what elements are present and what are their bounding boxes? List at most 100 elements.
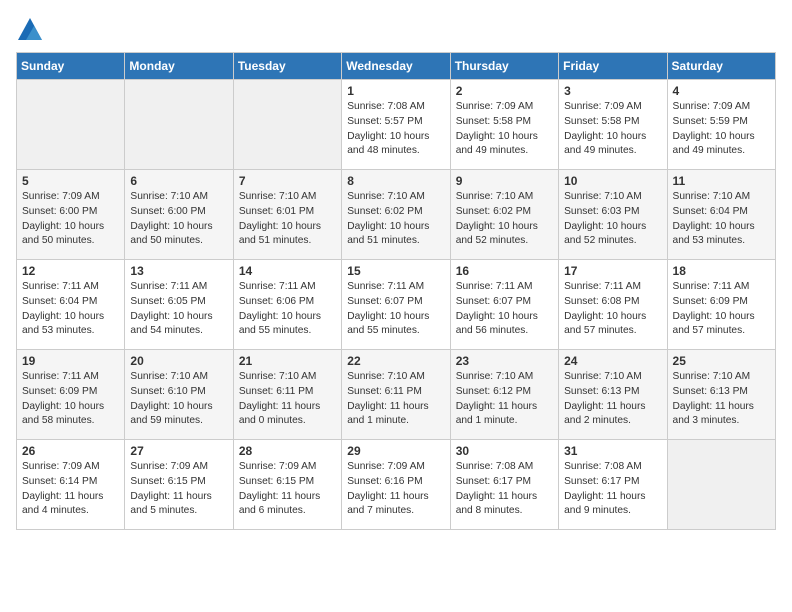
day-info: Sunrise: 7:10 AM Sunset: 6:12 PM Dayligh… — [456, 370, 553, 429]
day-info: Sunrise: 7:11 AM Sunset: 6:04 PM Dayligh… — [22, 280, 119, 339]
day-header-saturday: Saturday — [667, 53, 775, 80]
day-info: Sunrise: 7:10 AM Sunset: 6:04 PM Dayligh… — [673, 190, 770, 249]
calendar-cell: 22 Sunrise: 7:10 AM Sunset: 6:11 PM Dayli… — [342, 350, 450, 440]
day-number: 15 — [347, 264, 444, 278]
day-number: 20 — [130, 354, 227, 368]
calendar-cell: 24 Sunrise: 7:10 AM Sunset: 6:13 PM Dayli… — [559, 350, 667, 440]
day-header-wednesday: Wednesday — [342, 53, 450, 80]
day-info: Sunrise: 7:09 AM Sunset: 5:58 PM Dayligh… — [456, 100, 553, 159]
day-info: Sunrise: 7:11 AM Sunset: 6:05 PM Dayligh… — [130, 280, 227, 339]
calendar-cell: 26Sunrise: 7:09 AM Sunset: 6:14 PM Dayli… — [17, 440, 125, 530]
calendar-cell — [233, 80, 341, 170]
day-info: Sunrise: 7:10 AM Sunset: 6:13 PM Dayligh… — [673, 370, 770, 429]
logo — [16, 16, 48, 44]
day-info: Sunrise: 7:10 AM Sunset: 6:11 PM Dayligh… — [347, 370, 444, 429]
calendar-cell: 19 Sunrise: 7:11 AM Sunset: 6:09 PM Dayli… — [17, 350, 125, 440]
day-header-friday: Friday — [559, 53, 667, 80]
day-number: 22 — [347, 354, 444, 368]
day-info: Sunrise: 7:08 AM Sunset: 5:57 PM Dayligh… — [347, 100, 444, 159]
day-number: 4 — [673, 84, 770, 98]
day-info: Sunrise: 7:11 AM Sunset: 6:07 PM Dayligh… — [456, 280, 553, 339]
day-number: 19 — [22, 354, 119, 368]
day-number: 8 — [347, 174, 444, 188]
calendar-header-row: SundayMondayTuesdayWednesdayThursdayFrid… — [17, 53, 776, 80]
calendar-cell: 20 Sunrise: 7:10 AM Sunset: 6:10 PM Dayli… — [125, 350, 233, 440]
calendar-cell: 31 Sunrise: 7:08 AM Sunset: 6:17 PM Dayli… — [559, 440, 667, 530]
calendar-cell: 27 Sunrise: 7:09 AM Sunset: 6:15 PM Dayli… — [125, 440, 233, 530]
calendar-cell: 5 Sunrise: 7:09 AM Sunset: 6:00 PM Daylig… — [17, 170, 125, 260]
calendar-cell: 13 Sunrise: 7:11 AM Sunset: 6:05 PM Dayli… — [125, 260, 233, 350]
day-info: Sunrise: 7:10 AM Sunset: 6:03 PM Dayligh… — [564, 190, 661, 249]
day-header-monday: Monday — [125, 53, 233, 80]
calendar-cell: 29 Sunrise: 7:09 AM Sunset: 6:16 PM Dayli… — [342, 440, 450, 530]
calendar-cell: 10 Sunrise: 7:10 AM Sunset: 6:03 PM Dayli… — [559, 170, 667, 260]
day-number: 5 — [22, 174, 119, 188]
day-number: 1 — [347, 84, 444, 98]
calendar-cell: 11 Sunrise: 7:10 AM Sunset: 6:04 PM Dayli… — [667, 170, 775, 260]
day-number: 21 — [239, 354, 336, 368]
calendar-cell: 8 Sunrise: 7:10 AM Sunset: 6:02 PM Daylig… — [342, 170, 450, 260]
day-info: Sunrise: 7:09 AM Sunset: 6:14 PM Dayligh… — [22, 460, 119, 519]
day-number: 29 — [347, 444, 444, 458]
calendar-cell: 17 Sunrise: 7:11 AM Sunset: 6:08 PM Dayli… — [559, 260, 667, 350]
calendar-cell: 21 Sunrise: 7:10 AM Sunset: 6:11 PM Dayli… — [233, 350, 341, 440]
calendar-cell: 15 Sunrise: 7:11 AM Sunset: 6:07 PM Dayli… — [342, 260, 450, 350]
day-header-tuesday: Tuesday — [233, 53, 341, 80]
day-number: 6 — [130, 174, 227, 188]
day-number: 24 — [564, 354, 661, 368]
day-info: Sunrise: 7:10 AM Sunset: 6:00 PM Dayligh… — [130, 190, 227, 249]
calendar-cell — [125, 80, 233, 170]
day-number: 12 — [22, 264, 119, 278]
day-number: 13 — [130, 264, 227, 278]
day-info: Sunrise: 7:09 AM Sunset: 6:15 PM Dayligh… — [239, 460, 336, 519]
day-number: 17 — [564, 264, 661, 278]
calendar-week-row: 1 Sunrise: 7:08 AM Sunset: 5:57 PM Daylig… — [17, 80, 776, 170]
day-info: Sunrise: 7:10 AM Sunset: 6:10 PM Dayligh… — [130, 370, 227, 429]
calendar-table: SundayMondayTuesdayWednesdayThursdayFrid… — [16, 52, 776, 530]
day-number: 14 — [239, 264, 336, 278]
day-info: Sunrise: 7:10 AM Sunset: 6:11 PM Dayligh… — [239, 370, 336, 429]
day-info: Sunrise: 7:09 AM Sunset: 5:59 PM Dayligh… — [673, 100, 770, 159]
day-number: 31 — [564, 444, 661, 458]
day-header-sunday: Sunday — [17, 53, 125, 80]
day-header-thursday: Thursday — [450, 53, 558, 80]
day-info: Sunrise: 7:11 AM Sunset: 6:07 PM Dayligh… — [347, 280, 444, 339]
day-number: 16 — [456, 264, 553, 278]
day-number: 25 — [673, 354, 770, 368]
calendar-week-row: 19 Sunrise: 7:11 AM Sunset: 6:09 PM Dayli… — [17, 350, 776, 440]
day-info: Sunrise: 7:08 AM Sunset: 6:17 PM Dayligh… — [564, 460, 661, 519]
calendar-cell: 12 Sunrise: 7:11 AM Sunset: 6:04 PM Dayli… — [17, 260, 125, 350]
calendar-cell: 3 Sunrise: 7:09 AM Sunset: 5:58 PM Daylig… — [559, 80, 667, 170]
day-number: 7 — [239, 174, 336, 188]
calendar-cell: 9 Sunrise: 7:10 AM Sunset: 6:02 PM Daylig… — [450, 170, 558, 260]
day-info: Sunrise: 7:11 AM Sunset: 6:08 PM Dayligh… — [564, 280, 661, 339]
day-info: Sunrise: 7:10 AM Sunset: 6:02 PM Dayligh… — [347, 190, 444, 249]
day-info: Sunrise: 7:10 AM Sunset: 6:01 PM Dayligh… — [239, 190, 336, 249]
calendar-cell: 23Sunrise: 7:10 AM Sunset: 6:12 PM Dayli… — [450, 350, 558, 440]
calendar-cell: 6 Sunrise: 7:10 AM Sunset: 6:00 PM Daylig… — [125, 170, 233, 260]
day-info: Sunrise: 7:10 AM Sunset: 6:13 PM Dayligh… — [564, 370, 661, 429]
calendar-cell — [17, 80, 125, 170]
day-number: 2 — [456, 84, 553, 98]
day-info: Sunrise: 7:11 AM Sunset: 6:06 PM Dayligh… — [239, 280, 336, 339]
day-info: Sunrise: 7:09 AM Sunset: 6:00 PM Dayligh… — [22, 190, 119, 249]
day-number: 10 — [564, 174, 661, 188]
day-number: 3 — [564, 84, 661, 98]
day-number: 27 — [130, 444, 227, 458]
day-number: 18 — [673, 264, 770, 278]
day-number: 11 — [673, 174, 770, 188]
day-info: Sunrise: 7:11 AM Sunset: 6:09 PM Dayligh… — [22, 370, 119, 429]
calendar-week-row: 12 Sunrise: 7:11 AM Sunset: 6:04 PM Dayli… — [17, 260, 776, 350]
day-info: Sunrise: 7:09 AM Sunset: 6:15 PM Dayligh… — [130, 460, 227, 519]
logo-icon — [16, 16, 44, 44]
day-number: 9 — [456, 174, 553, 188]
day-info: Sunrise: 7:09 AM Sunset: 5:58 PM Dayligh… — [564, 100, 661, 159]
calendar-cell: 18Sunrise: 7:11 AM Sunset: 6:09 PM Dayli… — [667, 260, 775, 350]
day-info: Sunrise: 7:09 AM Sunset: 6:16 PM Dayligh… — [347, 460, 444, 519]
day-info: Sunrise: 7:10 AM Sunset: 6:02 PM Dayligh… — [456, 190, 553, 249]
calendar-cell — [667, 440, 775, 530]
calendar-cell: 1 Sunrise: 7:08 AM Sunset: 5:57 PM Daylig… — [342, 80, 450, 170]
calendar-cell: 16 Sunrise: 7:11 AM Sunset: 6:07 PM Dayli… — [450, 260, 558, 350]
calendar-cell: 4 Sunrise: 7:09 AM Sunset: 5:59 PM Daylig… — [667, 80, 775, 170]
calendar-week-row: 26Sunrise: 7:09 AM Sunset: 6:14 PM Dayli… — [17, 440, 776, 530]
